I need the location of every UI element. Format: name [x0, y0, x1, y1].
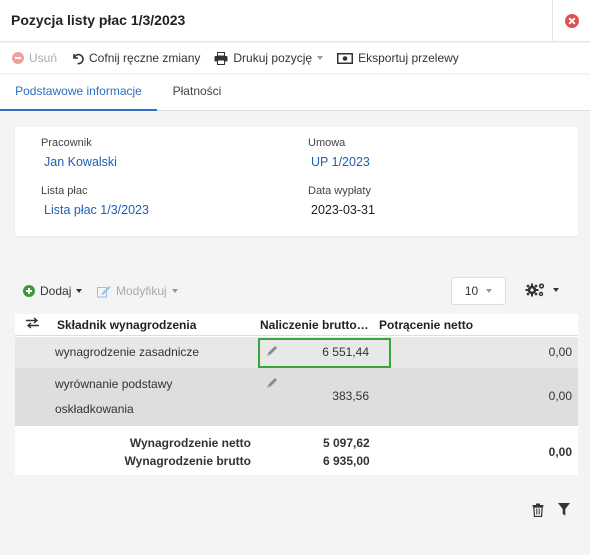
export-label: Eksportuj przelewy [358, 51, 459, 65]
net-salary-label: Wynagrodzenie netto [129, 436, 251, 450]
payroll-field: Lista płac Lista płac 1/3/2023 [41, 185, 149, 217]
filter-icon [558, 503, 570, 516]
payroll-link[interactable]: Lista płac 1/3/2023 [44, 203, 149, 217]
print-item-dropdown[interactable]: Drukuj pozycję [214, 51, 324, 65]
contract-field: Umowa UP 1/2023 [308, 137, 370, 169]
page-size-select[interactable]: 10 [451, 277, 506, 305]
table-row[interactable]: wynagrodzenie zasadnicze 6 551,44 0,00 [15, 337, 578, 368]
component-name: wynagrodzenie zasadnicze [55, 345, 200, 359]
contract-link[interactable]: UP 1/2023 [311, 155, 370, 169]
print-label: Drukuj pozycję [233, 51, 313, 65]
gears-icon [525, 282, 547, 298]
filter-button[interactable] [558, 503, 570, 516]
payout-date-field: Data wypłaty 2023-03-31 [308, 185, 375, 217]
modify-label: Modyfikuj [116, 284, 167, 298]
payout-date-value: 2023-03-31 [311, 203, 375, 217]
export-transfers-button[interactable]: Eksportuj przelewy [337, 51, 459, 65]
grid-toolbar: Dodaj Modyfikuj 10 [15, 275, 578, 307]
chevron-down-icon [171, 289, 178, 293]
table-summary-row: Wynagrodzenie netto Wynagrodzenie brutto… [15, 424, 578, 475]
payroll-item-window: Pozycja listy płac 1/3/2023 Usuń Cofnij … [0, 0, 590, 555]
close-icon [564, 14, 579, 28]
grid-settings-button[interactable] [525, 282, 559, 298]
gross-value: 383,56 [332, 389, 369, 403]
tab-basic-info[interactable]: Podstawowe informacje [0, 75, 157, 111]
column-header-gross[interactable]: Naliczenie brutto… [260, 318, 369, 332]
add-label: Dodaj [40, 284, 72, 298]
contract-label: Umowa [308, 137, 346, 149]
component-name-line2: oskładkowania [55, 402, 134, 416]
chevron-down-icon [317, 56, 324, 60]
component-name-line1: wyrównanie podstawy [55, 377, 173, 391]
pencil-icon[interactable] [265, 376, 279, 393]
net-deduction-value: 0,00 [548, 345, 572, 359]
employee-label: Pracownik [41, 137, 92, 149]
pencil-icon[interactable] [265, 344, 279, 361]
minus-circle-icon [12, 52, 24, 64]
add-dropdown[interactable]: Dodaj [23, 284, 83, 298]
swap-columns-icon[interactable] [25, 317, 40, 332]
tab-payments[interactable]: Płatności [157, 75, 237, 111]
tab-bar: Podstawowe informacje Płatności [0, 75, 590, 111]
gross-value: 6 551,44 [322, 345, 369, 359]
column-header-component[interactable]: Składnik wynagrodzenia [57, 318, 196, 332]
info-card: Pracownik Jan Kowalski Umowa UP 1/2023 L… [15, 127, 578, 236]
undo-manual-changes-button[interactable]: Cofnij ręczne zmiany [71, 51, 200, 65]
chevron-down-icon [486, 289, 493, 293]
chevron-down-icon [553, 288, 559, 292]
net-deduction-value: 0,00 [548, 389, 572, 403]
delete-filter-button[interactable] [532, 503, 544, 517]
column-header-net-deduction[interactable]: Potrącenie netto [379, 318, 473, 332]
gross-salary-label: Wynagrodzenie brutto [124, 454, 251, 468]
payroll-label: Lista płac [41, 185, 88, 197]
window-title: Pozycja listy płac 1/3/2023 [11, 12, 186, 28]
net-salary-value: 5 097,62 [323, 436, 370, 450]
title-bar: Pozycja listy płac 1/3/2023 [0, 0, 590, 42]
printer-icon [214, 51, 228, 65]
toolbar: Usuń Cofnij ręczne zmiany Drukuj pozycję… [0, 43, 590, 73]
undo-label: Cofnij ręczne zmiany [89, 51, 201, 65]
employee-link[interactable]: Jan Kowalski [44, 155, 117, 169]
page-size-value: 10 [464, 284, 479, 298]
trash-icon [532, 503, 544, 517]
table-header: Składnik wynagrodzenia Naliczenie brutto… [15, 314, 578, 336]
modify-dropdown[interactable]: Modyfikuj [97, 284, 178, 298]
money-bill-icon [337, 52, 354, 64]
close-button[interactable] [552, 0, 590, 42]
summary-total-value: 0,00 [548, 445, 572, 459]
delete-label: Usuń [29, 51, 58, 65]
plus-circle-icon [23, 285, 35, 297]
undo-icon [71, 52, 84, 65]
gross-salary-value: 6 935,00 [323, 454, 370, 468]
edit-icon [97, 285, 111, 298]
delete-button[interactable]: Usuń [12, 51, 57, 65]
table-row[interactable]: wyrównanie podstawy oskładkowania 383,56… [15, 368, 578, 424]
employee-field: Pracownik Jan Kowalski [41, 137, 117, 169]
salary-components-table: Składnik wynagrodzenia Naliczenie brutto… [15, 314, 578, 475]
payout-date-label: Data wypłaty [308, 185, 371, 197]
chevron-down-icon [76, 289, 83, 293]
